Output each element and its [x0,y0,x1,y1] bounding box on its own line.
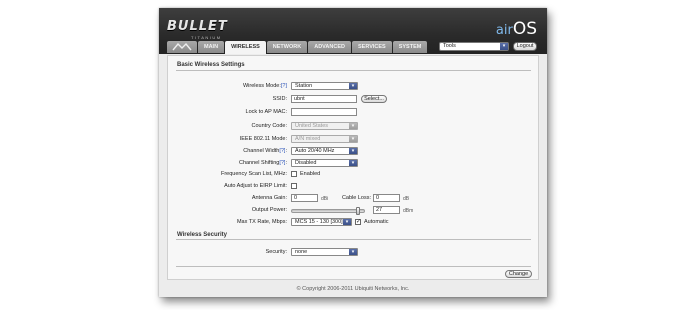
copyright-footer: © Copyright 2006-2011 Ubiquiti Networks,… [296,286,410,292]
wireless-mode-label-text: Wireless Mode: [242,83,281,89]
output-power-input[interactable]: 27 [373,206,400,214]
channel-width-select[interactable]: Auto 20/40 MHz ▾ [291,147,358,155]
ieee-mode-label: IEEE 802.11 Mode: [239,136,287,142]
lock-ap-mac-input[interactable] [291,108,357,116]
tab-services[interactable]: SERVICES [351,41,392,53]
security-select[interactable]: none ▾ [291,248,358,256]
max-tx-rate-label: Max TX Rate, Mbps: [236,219,287,225]
ssid-label: SSID: [272,96,287,102]
label-colon: : [285,148,287,154]
chevron-down-icon: ▾ [349,136,357,142]
divider [176,70,531,71]
output-power-slider[interactable] [291,209,365,213]
cable-loss-input[interactable]: 0 [373,194,400,202]
label-colon: : [285,160,287,166]
cable-loss-label: Cable Loss: [341,195,371,201]
product-logo-sub: TITANIUM [191,35,222,40]
wireless-mode-help-link[interactable]: [?] [281,83,287,89]
lock-ap-mac-label: Lock to AP MAC: [245,109,287,115]
ieee-mode-value: A/N mixed [295,136,321,142]
airos-logo-prefix: air [495,23,513,38]
cable-loss-unit: dB [403,196,410,202]
tools-select[interactable]: Tools ▾ [439,42,509,51]
chevron-down-icon: ▾ [349,148,357,154]
automatic-checkbox[interactable]: ✓ [355,219,361,225]
divider [176,266,531,267]
airos-logo: airOS [496,19,537,39]
auto-eirp-checkbox[interactable] [291,183,297,189]
channel-shifting-label-text: Channel Shifting [238,160,280,166]
tab-main[interactable]: MAIN [198,41,225,53]
channel-width-value: Auto 20/40 MHz [295,148,335,154]
section-title-security: Wireless Security [177,232,227,238]
country-code-label: Country Code: [251,123,287,129]
auto-eirp-label: Auto Adjust to EIRP Limit: [224,183,287,189]
chevron-down-icon: ▾ [349,83,357,89]
main-tabs: MAIN WIRELESS NETWORK ADVANCED SERVICES … [167,41,428,54]
antenna-gain-unit: dBi [321,196,329,202]
tab-network[interactable]: NETWORK [266,41,308,53]
channel-shifting-value: Disabled [295,160,317,166]
header: BULLET TITANIUM airOS MAIN WIRELESS NETW… [159,8,547,54]
chevron-down-icon: ▾ [349,249,357,255]
output-power-label: Output Power: [251,207,287,213]
checkmark-icon: ✓ [356,219,362,225]
chevron-down-icon: ▾ [349,160,357,166]
wireless-settings-panel: Basic Wireless Settings Wireless Mode:[?… [167,55,539,280]
ssid-input[interactable]: ubnt [291,95,357,103]
ieee-mode-select[interactable]: A/N mixed ▾ [291,135,358,143]
chevron-down-icon: ▾ [349,123,357,129]
antenna-gain-input[interactable]: 0 [291,194,318,202]
output-power-unit: dBm [403,208,414,214]
tab-wireless[interactable]: WIRELESS [225,41,266,54]
automatic-label: Automatic [364,219,389,225]
country-code-select[interactable]: United States ▾ [291,122,358,130]
wireless-mode-value: Station [295,83,313,89]
wireless-mode-select[interactable]: Station ▾ [291,82,358,90]
logout-button[interactable]: Logout [513,42,537,51]
security-value: none [295,249,308,255]
antenna-gain-label: Antenna Gain: [251,195,287,201]
wireless-mode-label: Wireless Mode:[?] [175,83,287,89]
chevron-down-icon: ▾ [500,43,508,50]
product-logo: BULLET [167,19,228,34]
freq-scan-enabled-label: Enabled [300,171,321,177]
ubiquiti-logo-icon [172,43,192,51]
tab-ubiquiti[interactable] [167,41,197,53]
tab-advanced[interactable]: ADVANCED [308,41,351,53]
change-button[interactable]: Change [505,270,532,278]
max-tx-rate-select[interactable]: MCS 15 - 130 [300] ▾ [291,218,352,226]
freq-scan-checkbox[interactable] [291,171,297,177]
freq-scan-label: Frequency Scan List, MHz: [220,171,287,177]
tools-select-value: Tools [443,43,456,49]
output-power-slider-handle[interactable] [356,207,361,215]
section-title-basic: Basic Wireless Settings [177,62,245,68]
max-tx-rate-value: MCS 15 - 130 [300] [295,219,343,225]
security-label: Security: [265,249,287,255]
channel-shifting-label: Channel Shifting[?]: [175,160,287,166]
tab-system[interactable]: SYSTEM [392,41,428,53]
channel-shifting-select[interactable]: Disabled ▾ [291,159,358,167]
airos-logo-suffix: OS [512,19,537,39]
channel-width-label-text: Channel Width [243,148,280,154]
chevron-down-icon: ▾ [343,219,351,225]
ssid-select-button[interactable]: Select... [361,95,387,103]
channel-width-label: Channel Width[?]: [175,148,287,154]
divider [176,239,531,240]
browser-frame: BULLET TITANIUM airOS MAIN WIRELESS NETW… [159,8,547,297]
country-code-value: United States [295,123,329,129]
